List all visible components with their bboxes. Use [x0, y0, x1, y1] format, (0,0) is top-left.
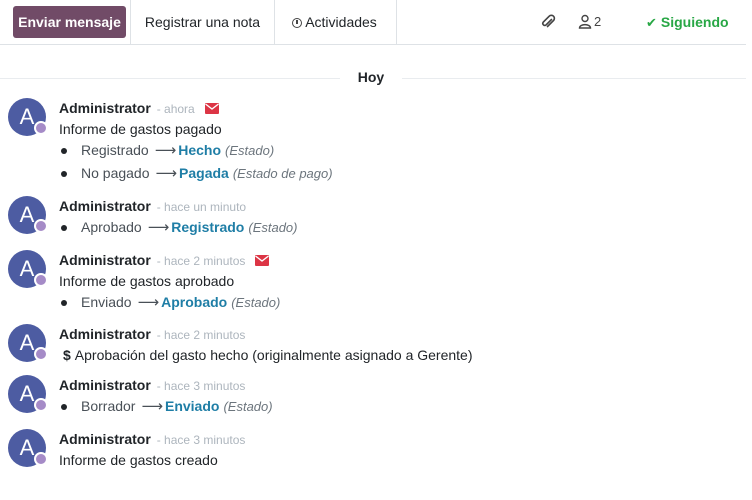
activities-button[interactable]: Actividades: [273, 0, 397, 44]
avatar[interactable]: A: [8, 196, 48, 234]
tracking-old-value: Registrado: [81, 142, 149, 158]
message-body: Informe de gastos creado: [59, 452, 218, 468]
chatter-topbar: Enviar mensaje Registrar una nota Activi…: [0, 0, 746, 45]
avatar[interactable]: A: [8, 375, 48, 413]
tracking-field: (Estado de pago): [232, 166, 333, 181]
following-button[interactable]: ✔ Siguiendo: [646, 0, 729, 44]
bullet: [61, 404, 67, 410]
tracking-field: (Estado): [225, 143, 275, 158]
check-icon: ✔: [646, 15, 657, 30]
status-dot: [34, 121, 48, 135]
status-dot: [34, 347, 48, 361]
tracking-field: (Estado): [223, 399, 273, 414]
following-label: Siguiendo: [660, 14, 729, 30]
tracking-value: No pagado ⟶ Pagada (Estado de pago): [59, 162, 746, 185]
tracking-new-value: Registrado: [171, 219, 245, 235]
day-label: Hoy: [357, 69, 385, 85]
tracking-new-value: Hecho: [178, 142, 222, 158]
arrow-right-icon: ⟶: [147, 219, 170, 236]
send-message-button[interactable]: Enviar mensaje: [13, 6, 126, 38]
arrow-right-icon: ⟶: [141, 398, 163, 415]
tracking-field: (Estado): [248, 220, 298, 235]
avatar[interactable]: A: [8, 250, 48, 288]
tracking-value: Registrado ⟶ Hecho (Estado): [59, 139, 746, 162]
paperclip-icon[interactable]: [539, 13, 557, 34]
tracking-old-value: Aprobado: [81, 219, 142, 235]
message-body: Informe de gastos aprobado: [59, 273, 235, 289]
bullet: [61, 300, 67, 306]
status-dot: [34, 273, 48, 287]
message-date: - hace 3 minutos: [156, 379, 246, 393]
activities-label: Actividades: [305, 14, 377, 30]
tracking-new-value: Pagada: [179, 165, 229, 181]
message-date: - ahora: [156, 102, 195, 116]
tracking-old-value: Borrador: [81, 398, 136, 414]
arrow-right-icon: ⟶: [154, 142, 177, 159]
tracking-value: Borrador ⟶ Enviado (Estado): [59, 395, 746, 418]
message-date: - hace 3 minutos: [156, 433, 246, 447]
envelope-icon: [255, 251, 270, 271]
message-body: Informe de gastos pagado: [59, 121, 222, 137]
user-icon: [578, 14, 592, 29]
bullet: [61, 148, 67, 154]
arrow-right-icon: ⟶: [155, 165, 178, 182]
tracking-old-value: No pagado: [81, 165, 150, 181]
bullet: [61, 171, 67, 177]
day-separator: Hoy: [0, 68, 746, 88]
message-date: - hace 2 minutos: [156, 254, 246, 268]
separator-line: [0, 78, 340, 79]
message-body: $ Aprobación del gasto hecho (originalmen…: [63, 347, 473, 363]
message-author[interactable]: Administrator: [59, 326, 151, 342]
followers-button[interactable]: 2: [578, 13, 601, 31]
status-dot: [34, 452, 48, 466]
tracking-new-value: Aprobado: [161, 294, 228, 310]
follower-count: 2: [594, 14, 602, 29]
message-date: - hace 2 minutos: [156, 328, 246, 342]
avatar[interactable]: A: [8, 429, 48, 467]
tracking-field: (Estado): [231, 295, 281, 310]
dollar-icon: $: [63, 347, 71, 363]
clock-icon: [292, 18, 303, 28]
arrow-right-icon: ⟶: [137, 294, 160, 311]
message-date: - hace un minuto: [156, 200, 247, 214]
status-dot: [34, 398, 48, 412]
message-author[interactable]: Administrator: [59, 377, 151, 393]
tracking-value: Enviado ⟶ Aprobado (Estado): [59, 291, 746, 314]
avatar[interactable]: A: [8, 324, 48, 362]
tracking-new-value: Enviado: [164, 398, 220, 414]
separator-line: [402, 78, 746, 79]
tracking-value: Aprobado ⟶ Registrado (Estado): [59, 216, 746, 239]
envelope-icon: [204, 99, 219, 119]
message-author[interactable]: Administrator: [59, 198, 151, 214]
message-author[interactable]: Administrator: [59, 100, 151, 116]
tracking-old-value: Enviado: [81, 294, 132, 310]
status-dot: [34, 219, 48, 233]
log-note-button[interactable]: Registrar una nota: [130, 0, 275, 44]
avatar[interactable]: A: [8, 98, 48, 136]
bullet: [61, 225, 67, 231]
message-author[interactable]: Administrator: [59, 252, 151, 268]
message-author[interactable]: Administrator: [59, 431, 151, 447]
